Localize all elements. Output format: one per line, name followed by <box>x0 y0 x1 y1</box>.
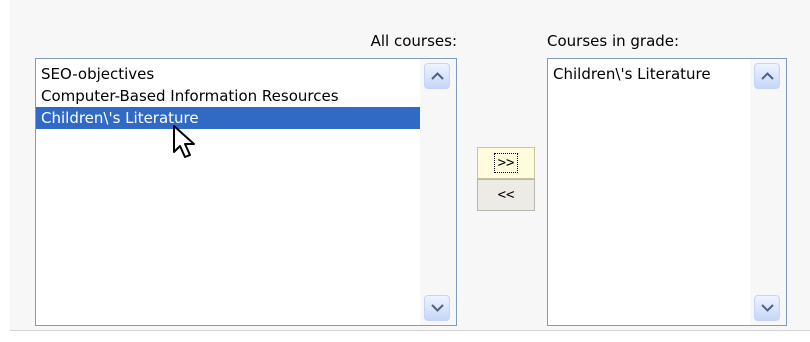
scroll-down-button[interactable] <box>754 295 780 321</box>
add-to-grade-button[interactable]: >> <box>477 147 535 179</box>
scroll-up-button[interactable] <box>754 63 780 89</box>
scroll-up-arrow-icon <box>431 72 444 80</box>
grade-courses-label: Courses in grade: <box>547 32 680 50</box>
scroll-down-arrow-icon <box>761 304 774 312</box>
list-item[interactable]: Computer-Based Information Resources <box>36 85 420 107</box>
list-item[interactable]: Children\'s Literature <box>548 63 750 85</box>
all-courses-options: SEO-objectives Computer-Based Informatio… <box>36 63 420 129</box>
list-item-selected[interactable]: Children\'s Literature <box>36 107 420 129</box>
scroll-up-button[interactable] <box>424 63 450 89</box>
scrollbar[interactable] <box>420 59 456 325</box>
add-button-label: >> <box>493 153 519 173</box>
scroll-down-button[interactable] <box>424 295 450 321</box>
divider <box>10 330 810 331</box>
mouse-pointer-icon <box>173 125 195 158</box>
grade-courses-listbox[interactable]: Children\'s Literature <box>547 58 787 326</box>
scroll-up-arrow-icon <box>761 72 774 80</box>
scroll-down-arrow-icon <box>431 304 444 312</box>
list-item[interactable]: SEO-objectives <box>36 63 420 85</box>
all-courses-label: All courses: <box>370 32 457 50</box>
scrollbar[interactable] <box>750 59 786 325</box>
grade-courses-options: Children\'s Literature <box>548 63 750 85</box>
remove-from-grade-button[interactable]: << <box>477 179 535 211</box>
remove-button-label: << <box>497 187 515 203</box>
all-courses-listbox[interactable]: SEO-objectives Computer-Based Informatio… <box>35 58 457 326</box>
